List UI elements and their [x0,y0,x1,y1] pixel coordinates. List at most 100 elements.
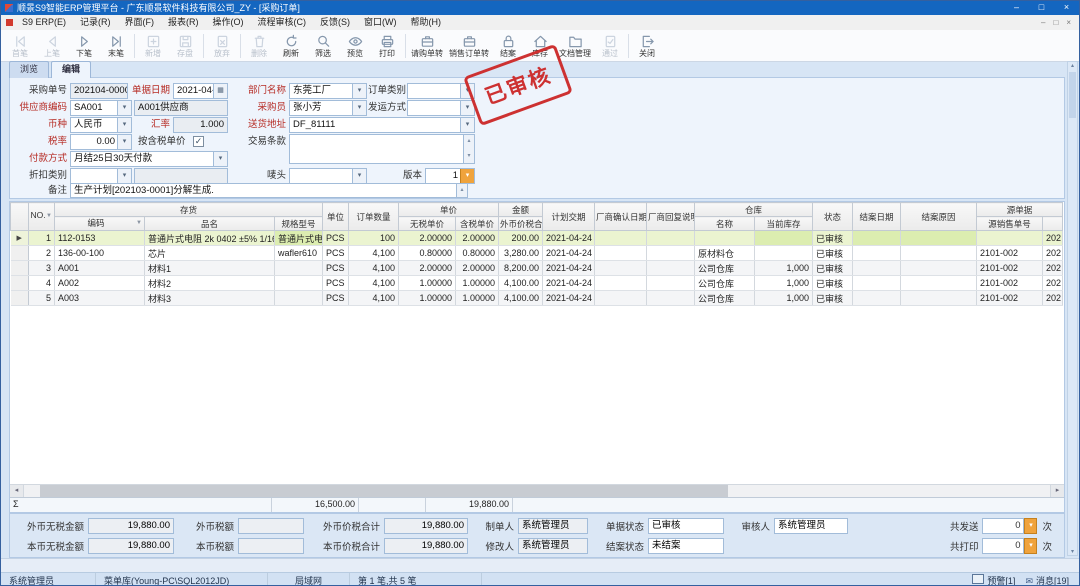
chevron-down-icon[interactable]: ▾ [352,101,366,115]
cell-qty[interactable]: 4,100 [349,246,399,261]
cell-close_reason[interactable] [901,261,977,276]
chevron-down-icon[interactable]: ▾ [117,169,131,183]
cell-reply[interactable] [647,231,695,246]
cell-no[interactable]: 5 [29,291,55,306]
cell-close_date[interactable] [853,261,901,276]
table-row[interactable]: 5A003材料3PCS4,1001.000001.000004,100.0020… [11,291,1063,306]
cell-due[interactable]: 2021-04-24 [543,276,595,291]
col-header-due[interactable]: 计划交期 [543,203,595,231]
child-close-button[interactable]: × [1066,15,1071,30]
cell-code[interactable]: A001 [55,261,145,276]
cell-source_sales[interactable] [977,231,1043,246]
cell-close_date[interactable] [853,231,901,246]
ship-method-field[interactable]: ▾ [407,100,475,116]
cell-source_sales[interactable]: 2101-002 [977,276,1043,291]
minimize-button[interactable]: – [1004,1,1029,15]
cell-amount[interactable]: 200.00 [499,231,543,246]
menu-item-5[interactable]: 操作(O) [206,15,251,30]
cell-price_inc[interactable]: 2.00000 [456,261,499,276]
cell-amount[interactable]: 3,280.00 [499,246,543,261]
toolbar-print-button[interactable]: 打印 [371,31,403,61]
col-header-code[interactable]: 编码▼ [55,217,145,231]
cell-status[interactable]: 已审核 [813,231,853,246]
col-header-price-ex[interactable]: 无税单价 [399,217,456,231]
cell-confirm[interactable] [595,261,647,276]
toolbar-filter-button[interactable]: 筛选 [307,31,339,61]
cell-source_cut[interactable]: 202 [1043,246,1063,261]
table-row[interactable]: 4A002材料2PCS4,1001.000001.000004,100.0020… [11,276,1063,291]
cell-no[interactable]: 3 [29,261,55,276]
cell-name[interactable]: 材料3 [145,291,275,306]
col-header-confirm[interactable]: 厂商确认日期 [595,203,647,231]
menu-item-8[interactable]: 窗口(W) [357,15,404,30]
cell-qty[interactable]: 100 [349,231,399,246]
col-header-unit[interactable]: 单位 [323,203,349,231]
col-header-amount-fc[interactable]: 外币价税合计 [499,217,543,231]
cell-qty[interactable]: 4,100 [349,261,399,276]
spinner-icon[interactable]: ▾ [460,169,474,183]
cell-no[interactable]: 2 [29,246,55,261]
cell-source_cut[interactable]: 202 [1043,276,1063,291]
chevron-down-icon[interactable]: ▾ [117,101,131,115]
toolbar-sales-transfer-button[interactable]: 销售订单转 [446,31,492,61]
cell-confirm[interactable] [595,231,647,246]
cell-name[interactable]: 普通片式电阻 2k 0402 ±5% 1/16W [145,231,275,246]
menu-item-1[interactable]: S9 ERP(E) [15,15,73,30]
menu-item-6[interactable]: 流程审核(C) [251,15,314,30]
cell-due[interactable]: 2021-04-24 [543,291,595,306]
chevron-down-icon[interactable]: ▾ [213,152,227,166]
child-restore-button[interactable]: □ [1053,15,1058,30]
child-minimize-button[interactable]: – [1041,15,1045,30]
cell-due[interactable]: 2021-04-24 [543,246,595,261]
toolbar-exit-button[interactable]: 关闭 [631,31,663,61]
mini-scrollbar[interactable]: ▴▾ [456,184,467,197]
cell-confirm[interactable] [595,276,647,291]
cell-source_cut[interactable]: 202 [1043,291,1063,306]
cell-spec[interactable]: 普通片式电阻... [275,231,323,246]
table-row[interactable]: ▶1112-0153普通片式电阻 2k 0402 ±5% 1/16W普通片式电阻… [11,231,1063,246]
scroll-up-icon[interactable]: ▴ [1071,62,1074,69]
cell-qty[interactable]: 4,100 [349,276,399,291]
table-row[interactable]: 2136-00-100芯片wafler610PCS4,1000.800000.8… [11,246,1063,261]
toolbar-refresh-button[interactable]: 刷新 [275,31,307,61]
cell-unit[interactable]: PCS [323,291,349,306]
cell-price_ex[interactable]: 0.80000 [399,246,456,261]
cell-source_cut[interactable]: 202 [1043,261,1063,276]
scrollbar-thumb[interactable] [40,485,728,497]
cell-code[interactable]: A002 [55,276,145,291]
cell-price_inc[interactable]: 0.80000 [456,246,499,261]
col-header-close-reason[interactable]: 结案原因 [901,203,977,231]
cell-stock[interactable]: 1,000 [755,291,813,306]
cell-code[interactable]: A003 [55,291,145,306]
vertical-scrollbar[interactable]: ▴ ▾ [1067,61,1078,556]
cell-unit[interactable]: PCS [323,276,349,291]
cell-stock[interactable] [755,246,813,261]
tax-rate-field[interactable]: 0.00▾ [70,134,132,150]
toolbar-next-button[interactable]: 下笔 [68,31,100,61]
send-count-field[interactable]: 0 [982,518,1024,534]
cell-stock[interactable]: 1,000 [755,261,813,276]
menu-item-2[interactable]: 记录(R) [73,15,118,30]
cell-source_cut[interactable]: 202 [1043,231,1063,246]
scroll-right-icon[interactable]: ▸ [1050,485,1064,497]
order-type-field[interactable]: ▾ [407,83,475,99]
col-header-wh-stock[interactable]: 当前库存 [755,217,813,231]
cell-wh[interactable]: 公司仓库 [695,261,755,276]
tax-included-checkbox[interactable]: ✓ [193,136,204,147]
cell-price_ex[interactable]: 2.00000 [399,231,456,246]
spinner-icon[interactable]: ▾ [1024,538,1037,554]
chevron-down-icon[interactable]: ▾ [460,118,474,132]
cell-price_ex[interactable]: 1.00000 [399,276,456,291]
cell-source_sales[interactable]: 2101-002 [977,261,1043,276]
toolbar-last-button[interactable]: 末笔 [100,31,132,61]
alerts-item[interactable]: 预警[1] [972,574,1015,586]
cell-no[interactable]: 1 [29,231,55,246]
cell-price_ex[interactable]: 1.00000 [399,291,456,306]
currency-field[interactable]: 人民币▾ [70,117,132,133]
cell-unit[interactable]: PCS [323,261,349,276]
scroll-left-icon[interactable]: ◂ [10,485,24,497]
cell-close_reason[interactable] [901,231,977,246]
col-header-qty[interactable]: 订单数量 [349,203,399,231]
cell-wh[interactable]: 原材料仓 [695,246,755,261]
cell-spec[interactable] [275,261,323,276]
